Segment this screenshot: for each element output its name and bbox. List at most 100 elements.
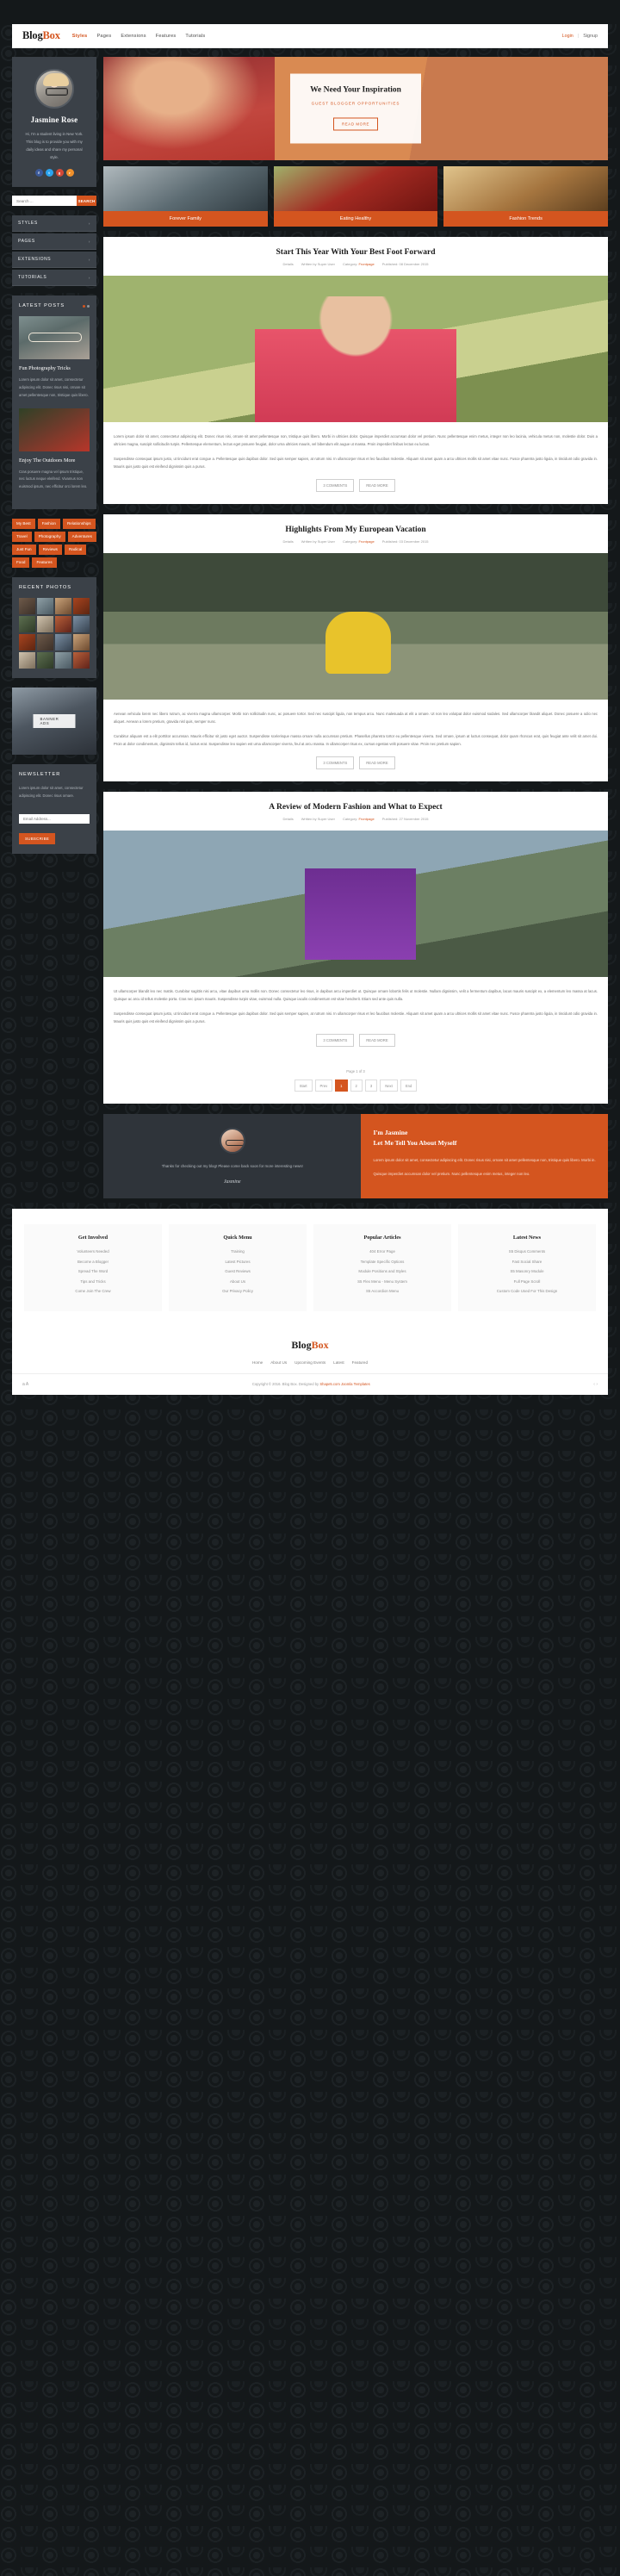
footer-link[interactable]: S5 Accordion Menu	[319, 1289, 446, 1293]
photo-thumb[interactable]	[37, 633, 53, 650]
article-title[interactable]: Start This Year With Your Best Foot Forw…	[112, 248, 599, 257]
photo-thumb[interactable]	[55, 615, 71, 632]
tag-item[interactable]: Adventures	[67, 531, 96, 542]
photo-thumb[interactable]	[37, 651, 53, 669]
sidebar-item-pages[interactable]: PAGES ›	[12, 233, 96, 251]
footer-link[interactable]: Tips and Tricks	[29, 1279, 157, 1284]
footer-nav-about-us[interactable]: About Us	[270, 1360, 287, 1365]
list-item[interactable]: Enjoy The Outdoors More Cras posuere mag…	[19, 408, 90, 491]
pagination-page-3[interactable]: 3	[364, 1080, 378, 1092]
footer-link[interactable]: S5 Flex Menu - Menu System	[319, 1279, 446, 1284]
footer-link[interactable]: Spread The Word	[29, 1269, 157, 1273]
footer-link[interactable]: Full Page Scroll	[463, 1279, 591, 1284]
read-more-button[interactable]: READ MORE	[359, 479, 395, 493]
tag-item[interactable]: Photography	[34, 531, 65, 542]
article-title[interactable]: A Review of Modern Fashion and What to E…	[112, 803, 599, 812]
signup-link[interactable]: Signup	[583, 34, 598, 39]
rss-icon[interactable]: r	[65, 169, 74, 177]
pagination-page-1[interactable]: 1	[335, 1080, 348, 1092]
search-button[interactable]: SEARCH	[77, 196, 96, 207]
nav-item-features[interactable]: Features	[156, 34, 177, 39]
footer-nav-upcoming-events[interactable]: Upcoming Events	[294, 1360, 326, 1365]
tag-item[interactable]: Travel	[12, 531, 32, 542]
list-item[interactable]: Fun Photography Tricks Lorem ipsum dolor…	[19, 316, 90, 399]
photo-thumb[interactable]	[73, 651, 90, 669]
photo-thumb[interactable]	[19, 597, 35, 614]
footer-link[interactable]: Training	[174, 1249, 301, 1254]
photo-thumb[interactable]	[19, 615, 35, 632]
sidebar-item-extensions[interactable]: EXTENSIONS ›	[12, 252, 96, 269]
pagination-end[interactable]: End	[400, 1080, 418, 1092]
footer-link[interactable]: Our Privacy Policy	[174, 1289, 301, 1293]
search-input[interactable]	[12, 196, 77, 207]
nav-item-pages[interactable]: Pages	[96, 34, 111, 39]
footer-link[interactable]: 404 Error Page	[319, 1249, 446, 1254]
footer-nav-featured[interactable]: Featured	[352, 1360, 368, 1365]
nav-item-extensions[interactable]: Extensions	[121, 34, 146, 39]
tag-item[interactable]: Radical	[64, 544, 87, 555]
footer-link[interactable]: Guest Reviews	[174, 1269, 301, 1273]
footer-link[interactable]: Come Join The Crew	[29, 1289, 157, 1293]
twitter-icon[interactable]: t	[45, 169, 53, 177]
nav-item-styles[interactable]: Styles	[72, 34, 88, 39]
photo-thumb[interactable]	[55, 597, 71, 614]
photo-thumb[interactable]	[73, 633, 90, 650]
sidebar-item-tutorials[interactable]: TUTORIALS ›	[12, 270, 96, 287]
tag-item[interactable]: Relationships	[62, 518, 96, 529]
photo-thumb[interactable]	[19, 651, 35, 669]
photo-thumb[interactable]	[19, 633, 35, 650]
footer-logo[interactable]: BlogBox	[12, 1339, 608, 1352]
read-more-button[interactable]: READ MORE	[359, 1034, 395, 1048]
sidebar-item-styles[interactable]: STYLES ›	[12, 215, 96, 233]
footer-link[interactable]: S5 Disqus Comments	[463, 1249, 591, 1254]
pagination-page-2[interactable]: 2	[350, 1080, 363, 1092]
photo-thumb[interactable]	[55, 633, 71, 650]
category-card-fashion-trends[interactable]: Fashion Trends	[443, 166, 608, 227]
scroll-arrows-icon[interactable]: ‹ ›	[593, 1382, 598, 1387]
widget-pager-dots[interactable]	[83, 304, 90, 308]
footer-link[interactable]: Volunteers Needed	[29, 1249, 157, 1254]
footer-link[interactable]: S5 Masonry Module	[463, 1269, 591, 1273]
newsletter-email-field[interactable]	[19, 813, 90, 824]
tag-item[interactable]: Reviews	[38, 544, 62, 555]
photo-thumb[interactable]	[55, 651, 71, 669]
hero-read-more-button[interactable]: READ MORE	[333, 117, 378, 131]
comments-button[interactable]: 3 COMMENTS	[316, 1034, 355, 1048]
pagination-start[interactable]: Start	[294, 1080, 313, 1092]
footer-link[interactable]: Fast Social Share	[463, 1260, 591, 1264]
facebook-icon[interactable]: f	[34, 169, 43, 177]
login-link[interactable]: Login	[562, 34, 574, 39]
footer-nav-latest[interactable]: Latest	[333, 1360, 344, 1365]
footer-nav-home[interactable]: Home	[252, 1360, 263, 1365]
category-card-forever-family[interactable]: Forever Family	[103, 166, 268, 227]
tag-item[interactable]: Features	[32, 557, 57, 568]
pager-dot[interactable]	[87, 304, 90, 308]
photo-thumb[interactable]	[73, 615, 90, 632]
comments-button[interactable]: 3 COMMENTS	[316, 479, 355, 493]
comments-button[interactable]: 3 COMMENTS	[316, 756, 355, 770]
category-card-eating-healthy[interactable]: Eating Healthy	[273, 166, 438, 227]
tag-item[interactable]: Food	[12, 557, 30, 568]
read-more-button[interactable]: READ MORE	[359, 756, 395, 770]
footer-link[interactable]: Custom Code Used For This Design	[463, 1289, 591, 1293]
meta-category-link[interactable]: Frontpage	[358, 539, 374, 544]
meta-category-link[interactable]: Frontpage	[358, 262, 374, 266]
font-size-toggle[interactable]: a A	[22, 1382, 28, 1387]
photo-thumb[interactable]	[37, 597, 53, 614]
footer-link[interactable]: About Us	[174, 1279, 301, 1284]
footer-link[interactable]: Become a Blogger	[29, 1260, 157, 1264]
article-title[interactable]: Highlights From My European Vacation	[112, 526, 599, 534]
site-logo[interactable]: BlogBox	[22, 29, 60, 42]
meta-category-link[interactable]: Frontpage	[358, 817, 374, 821]
newsletter-subscribe-button[interactable]: SUBSCRIBE	[19, 832, 56, 844]
tag-item[interactable]: Fashion	[37, 518, 60, 529]
pagination-prev[interactable]: Prev	[314, 1080, 333, 1092]
nav-item-tutorials[interactable]: Tutorials	[185, 34, 205, 39]
banner-ad[interactable]: BANNER ADS	[12, 687, 96, 755]
photo-thumb[interactable]	[73, 597, 90, 614]
pagination-next[interactable]: Next	[380, 1080, 398, 1092]
google-plus-icon[interactable]: g	[55, 169, 64, 177]
tag-item[interactable]: Just Fun	[12, 544, 36, 555]
pager-dot-active[interactable]	[83, 304, 85, 308]
footer-link[interactable]: Module Positions and Styles	[319, 1269, 446, 1273]
